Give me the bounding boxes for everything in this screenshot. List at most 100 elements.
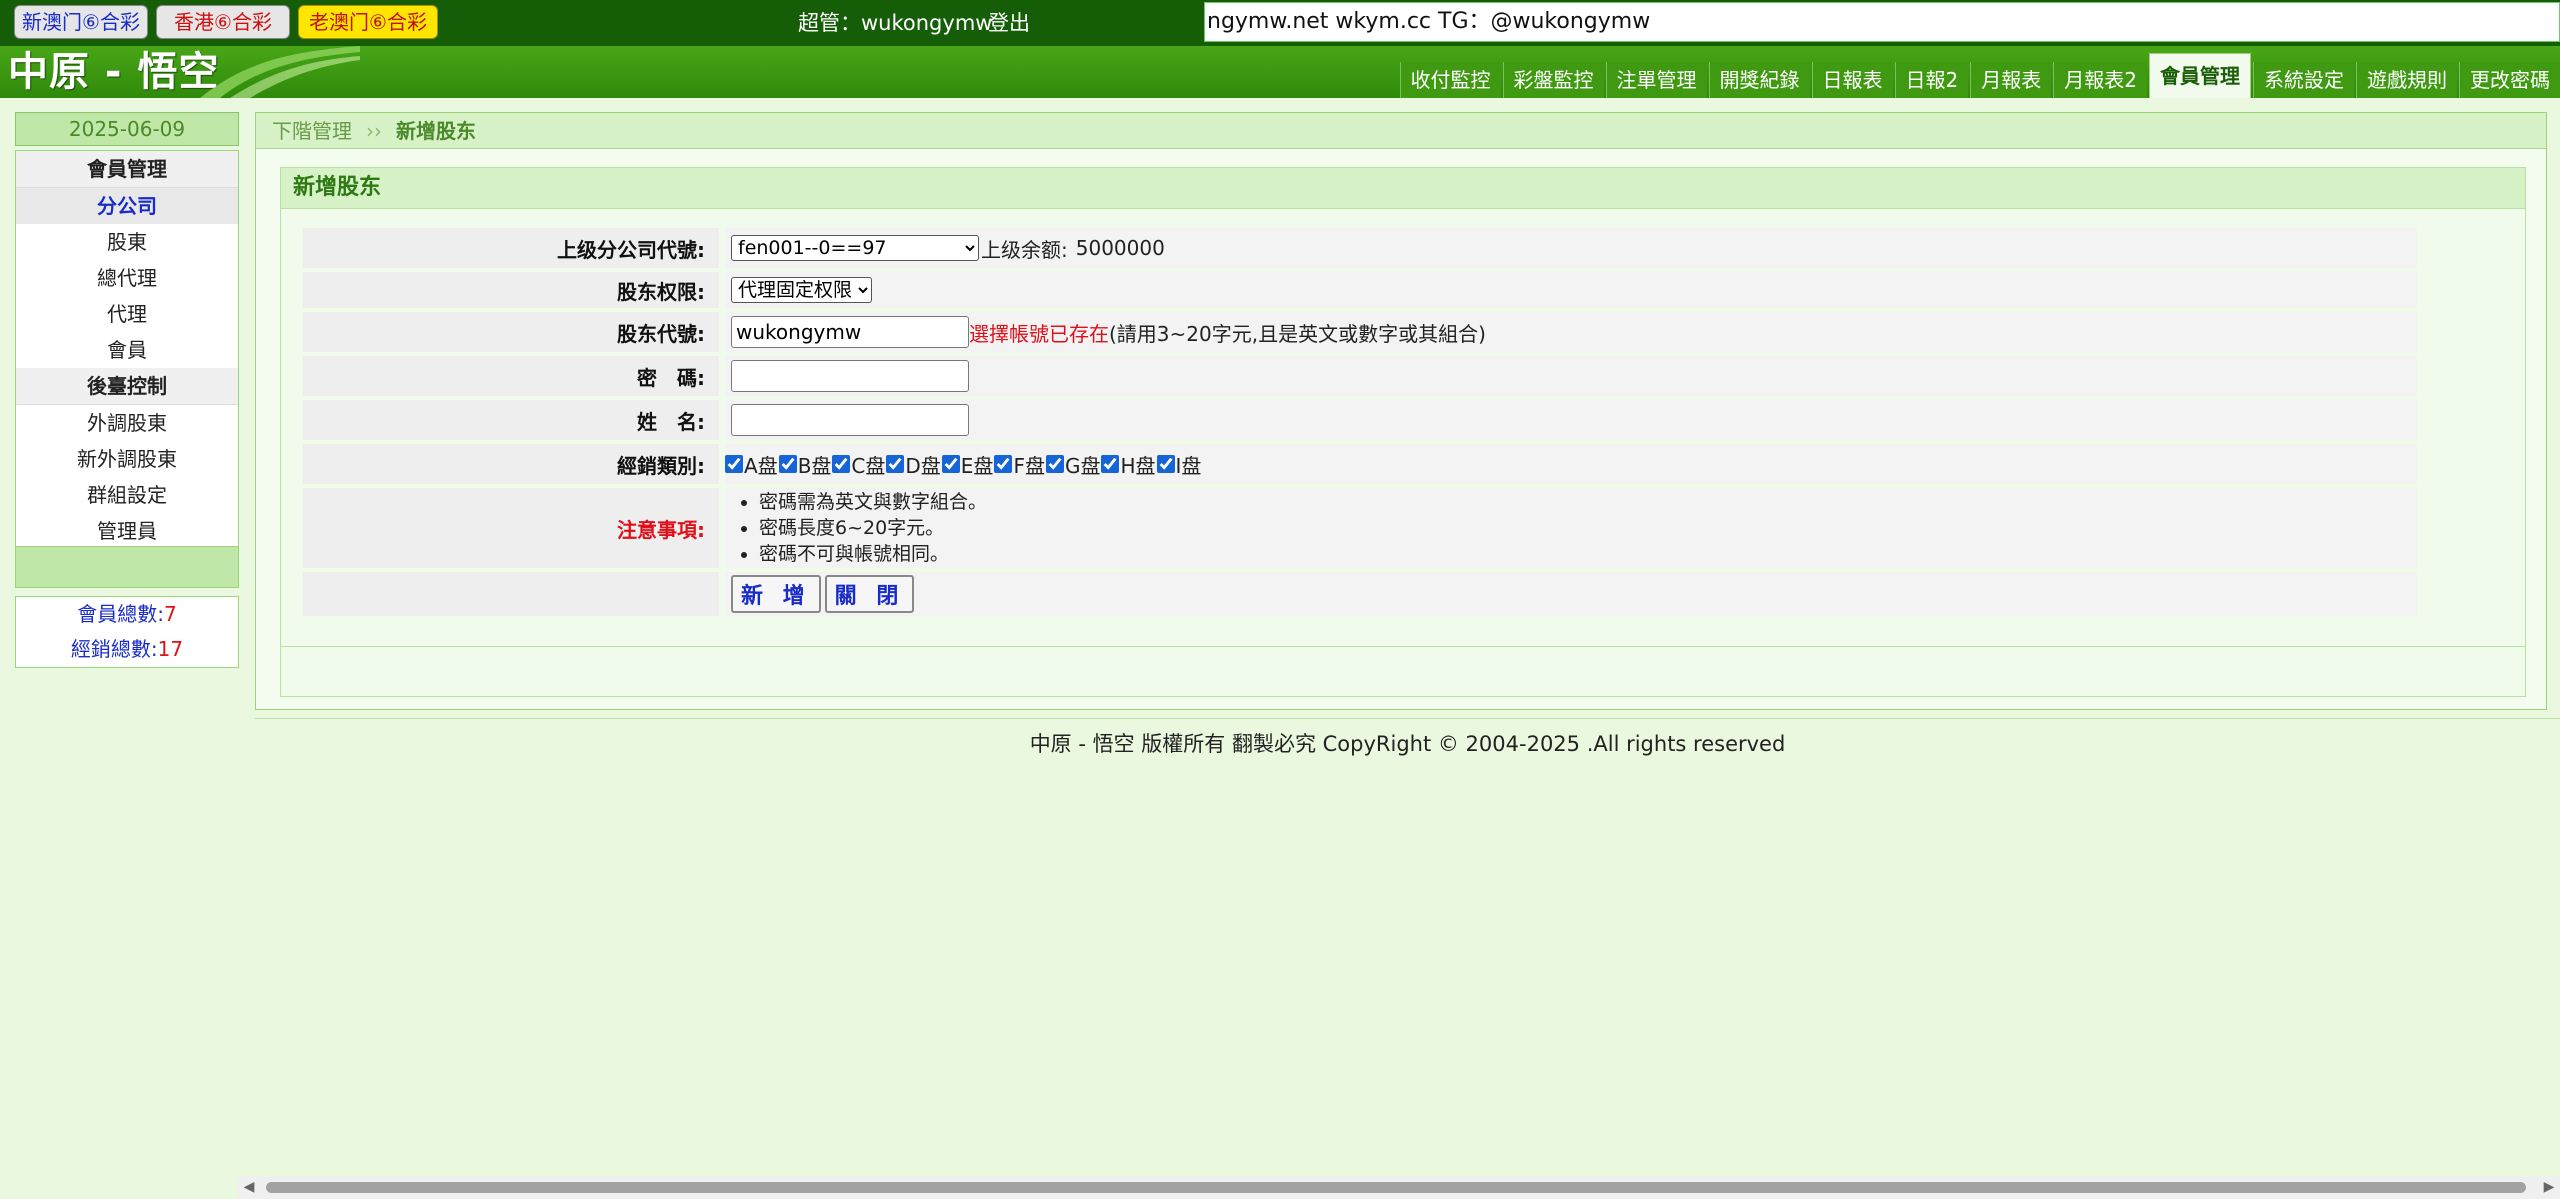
breadcrumb-separator: ››: [366, 119, 382, 143]
sidebar-heading-backend-control: 後臺控制: [16, 368, 238, 405]
sidebar-item-agent[interactable]: 代理: [16, 296, 238, 332]
sidebar-item-group-settings[interactable]: 群組設定: [16, 477, 238, 513]
category-b-checkbox[interactable]: [778, 455, 797, 473]
sidebar-item-external-shareholder[interactable]: 外調股東: [16, 405, 238, 441]
parent-branch-label: 上级分公司代號:: [303, 228, 719, 268]
main-panel: 下階管理 ›› 新增股东 新增股东 上级分公司代號: fen001--0==97 上…: [255, 112, 2547, 710]
category-g[interactable]: G盘: [1045, 450, 1100, 479]
scroll-left-icon[interactable]: ◀: [238, 1176, 260, 1199]
announcement-marquee: ngymw.net wkym.cc TG：@wukongymw: [1204, 2, 2560, 42]
sidebar-item-branch[interactable]: 分公司: [16, 188, 238, 224]
stat-dealer-total: 經銷總數:17: [16, 632, 238, 667]
category-a[interactable]: A盘: [725, 450, 778, 479]
category-c-label: C盘: [851, 453, 886, 478]
password-value: [725, 356, 2417, 396]
category-c[interactable]: C盘: [832, 450, 885, 479]
stats-box: 會員總數:7 經銷總數:17: [15, 596, 239, 668]
category-h[interactable]: H盘: [1101, 450, 1156, 479]
password-label: 密 碼:: [303, 356, 719, 396]
nav-monthly-report-2[interactable]: 月報表2: [2053, 62, 2147, 98]
nav-game-rules[interactable]: 遊戲規則: [2356, 62, 2457, 98]
logout-link[interactable]: 登出: [988, 0, 1030, 46]
category-c-checkbox[interactable]: [832, 455, 851, 473]
category-d[interactable]: D盘: [886, 450, 941, 479]
stat-label: 經銷總數:: [70, 637, 158, 661]
footer-copyright: 中原 - 悟空 版權所有 翻製必究 CopyRight © 2004-2025 …: [1029, 732, 1786, 756]
breadcrumb-parent[interactable]: 下階管理: [272, 119, 352, 143]
parent-branch-select[interactable]: fen001--0==97: [731, 235, 979, 261]
stat-value: 17: [157, 637, 184, 661]
code-hint: (請用3~20字元,且是英文或數字或其組合): [1109, 321, 1486, 346]
shareholder-code-value: 選擇帳號已存在(請用3~20字元,且是英文或數字或其組合): [725, 312, 2417, 352]
balance-value: 5000000: [1075, 236, 1165, 260]
nav-payment-monitor[interactable]: 收付監控: [1399, 62, 1501, 98]
add-button[interactable]: 新 增: [731, 575, 821, 613]
category-i-checkbox[interactable]: [1156, 455, 1175, 473]
sidebar-item-general-agent[interactable]: 總代理: [16, 260, 238, 296]
lottery-button-new-macau[interactable]: 新澳门⑥合彩: [14, 5, 148, 39]
category-d-checkbox[interactable]: [886, 455, 905, 473]
sidebar-date: 2025-06-09: [15, 112, 239, 146]
nav-change-password[interactable]: 更改密碼: [2459, 62, 2560, 98]
parent-branch-value: fen001--0==97 上级余额: 5000000: [725, 228, 2417, 268]
scroll-right-icon[interactable]: ▶: [2538, 1176, 2560, 1199]
category-i[interactable]: I盘: [1156, 450, 1201, 479]
lottery-button-old-macau[interactable]: 老澳门⑥合彩: [298, 5, 438, 39]
nav-bet-management[interactable]: 注單管理: [1605, 62, 1707, 98]
lottery-button-hongkong[interactable]: 香港⑥合彩: [156, 5, 290, 39]
nav-draw-records[interactable]: 開獎紀錄: [1708, 62, 1810, 98]
name-label: 姓 名:: [303, 400, 719, 440]
sidebar-item-shareholder[interactable]: 股東: [16, 224, 238, 260]
permission-select[interactable]: 代理固定权限: [731, 277, 872, 303]
shareholder-code-input[interactable]: [731, 316, 969, 348]
category-e-checkbox[interactable]: [941, 455, 960, 473]
category-e[interactable]: E盘: [941, 450, 993, 479]
nav-system-settings[interactable]: 系統設定: [2253, 62, 2354, 98]
nav-odds-monitor[interactable]: 彩盤監控: [1502, 62, 1604, 98]
nav-member-management[interactable]: 會員管理: [2149, 53, 2251, 98]
notes-label: 注意事項:: [303, 488, 719, 568]
balance-label: 上级余额:: [981, 237, 1068, 262]
header: 中原 - 悟空 收付監控 彩盤監控 注單管理 開獎紀錄 日報表 日報2 月報表 …: [0, 46, 2560, 98]
actions-cell: 新 增 關 閉: [725, 572, 2417, 616]
stat-value: 7: [164, 602, 177, 626]
permission-label: 股东权限:: [303, 272, 719, 308]
add-shareholder-form: 新增股东 上级分公司代號: fen001--0==97 上级余额: 500000…: [280, 167, 2526, 697]
category-b-label: B盘: [797, 453, 832, 478]
row-dealer-category: 經銷類別: A盘 B盘 C盘 D盘 E盘 F盘 G盘 H盘 I盘: [303, 444, 2417, 484]
category-h-label: H盘: [1120, 453, 1156, 478]
form-title: 新增股东: [281, 168, 2525, 209]
horizontal-scrollbar[interactable]: ◀ ▶: [238, 1176, 2560, 1199]
category-f[interactable]: F盘: [994, 450, 1045, 479]
row-name: 姓 名:: [303, 400, 2417, 440]
dealer-category-value: A盘 B盘 C盘 D盘 E盘 F盘 G盘 H盘 I盘: [725, 444, 2417, 484]
actions-label-cell: [303, 572, 719, 616]
permission-value: 代理固定权限: [725, 272, 2417, 308]
category-a-label: A盘: [744, 453, 778, 478]
main-nav: 收付監控 彩盤監控 注單管理 開獎紀錄 日報表 日報2 月報表 月報表2 會員管…: [1398, 53, 2560, 98]
sidebar-item-administrators[interactable]: 管理員: [16, 513, 238, 549]
row-parent-branch: 上级分公司代號: fen001--0==97 上级余额: 5000000: [303, 228, 2417, 268]
notes-value: 密碼需為英文與數字組合。 密碼長度6~20字元。 密碼不可與帳號相同。: [725, 488, 2417, 568]
nav-daily-report[interactable]: 日報表: [1811, 62, 1893, 98]
note-item: 密碼不可與帳號相同。: [759, 541, 987, 567]
category-f-checkbox[interactable]: [994, 455, 1013, 473]
category-g-checkbox[interactable]: [1045, 455, 1064, 473]
name-input[interactable]: [731, 404, 969, 436]
sidebar-item-new-external-shareholder[interactable]: 新外調股東: [16, 441, 238, 477]
form-bottom-divider: [281, 646, 2525, 647]
close-button[interactable]: 關 閉: [824, 575, 915, 613]
note-item: 密碼長度6~20字元。: [759, 515, 987, 541]
sidebar-item-member[interactable]: 會員: [16, 332, 238, 368]
nav-monthly-report[interactable]: 月報表: [1970, 62, 2052, 98]
category-a-checkbox[interactable]: [725, 455, 743, 473]
category-checkbox-group: A盘 B盘 C盘 D盘 E盘 F盘 G盘 H盘 I盘: [725, 450, 1202, 479]
note-item: 密碼需為英文與數字組合。: [759, 489, 987, 515]
password-input[interactable]: [731, 360, 969, 392]
row-actions: 新 增 關 閉: [303, 572, 2417, 616]
category-h-checkbox[interactable]: [1101, 455, 1120, 473]
row-shareholder-code: 股东代號: 選擇帳號已存在(請用3~20字元,且是英文或數字或其組合): [303, 312, 2417, 352]
nav-daily-report-2[interactable]: 日報2: [1894, 62, 1969, 98]
category-b[interactable]: B盘: [778, 450, 832, 479]
scrollbar-thumb[interactable]: [266, 1182, 2526, 1193]
